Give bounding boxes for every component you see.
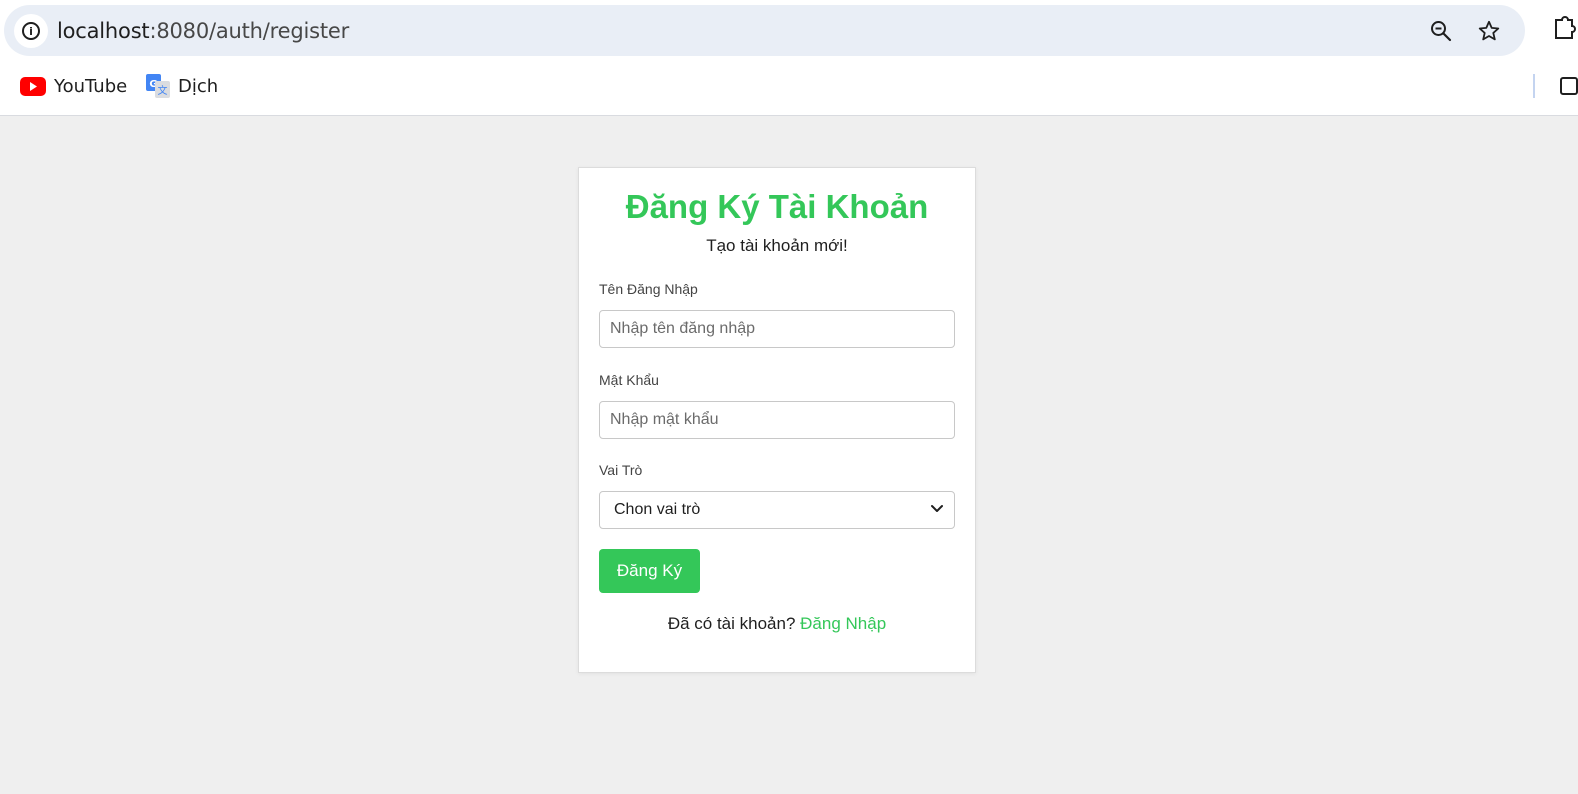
bookmark-youtube[interactable]: YouTube bbox=[20, 72, 127, 100]
bookmark-translate[interactable]: G 文 Dịch bbox=[146, 72, 218, 100]
address-bar[interactable]: i localhost:8080/auth/register bbox=[4, 5, 1525, 56]
page-subtitle: Tạo tài khoản mới! bbox=[706, 236, 848, 255]
bookmark-label: YouTube bbox=[54, 75, 128, 97]
page-title: Đăng Ký Tài Khoản bbox=[625, 188, 929, 225]
browser-chrome: i localhost:8080/auth/register YouTube G… bbox=[0, 0, 1578, 116]
bookmarks-bar: YouTube G 文 Dịch bbox=[0, 66, 1578, 106]
youtube-icon bbox=[20, 76, 46, 96]
password-label: Mật Khẩu bbox=[599, 372, 659, 388]
url-host: localhost bbox=[57, 19, 150, 43]
login-link[interactable]: Đăng Nhập bbox=[800, 614, 886, 633]
extensions-icon[interactable] bbox=[1550, 16, 1578, 40]
role-select[interactable]: Chon vai trò bbox=[599, 491, 955, 529]
login-prompt-text: Đã có tài khoản? bbox=[667, 614, 796, 633]
all-bookmarks-icon[interactable] bbox=[1560, 76, 1578, 96]
bookmarks-divider bbox=[1533, 74, 1535, 98]
zoom-out-icon[interactable] bbox=[1427, 17, 1455, 45]
username-label: Tên Đăng Nhập bbox=[599, 281, 698, 297]
login-prompt: Đã có tài khoản? Đăng Nhập bbox=[579, 614, 975, 634]
svg-text:文: 文 bbox=[158, 84, 168, 97]
password-input[interactable] bbox=[599, 401, 955, 439]
role-select-value: Chon vai trò bbox=[614, 501, 701, 518]
bookmark-star-icon[interactable] bbox=[1475, 17, 1503, 45]
url-path: :8080/auth/register bbox=[149, 19, 350, 43]
url-text[interactable]: localhost:8080/auth/register bbox=[57, 19, 349, 43]
bookmark-label: Dịch bbox=[178, 75, 219, 97]
info-icon: i bbox=[22, 22, 40, 40]
google-translate-icon: G 文 bbox=[146, 74, 170, 98]
register-button[interactable]: Đăng Ký bbox=[599, 549, 700, 593]
register-card: Đăng Ký Tài Khoản Tạo tài khoản mới! Tên… bbox=[578, 167, 976, 673]
username-input[interactable] bbox=[599, 310, 955, 348]
site-info-button[interactable]: i bbox=[14, 14, 48, 48]
chevron-down-icon bbox=[930, 501, 944, 519]
role-label: Vai Trò bbox=[599, 462, 643, 478]
